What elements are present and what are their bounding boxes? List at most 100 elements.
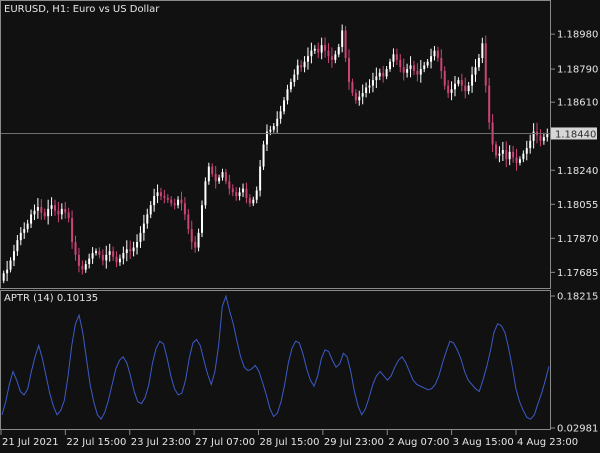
candle <box>262 140 265 170</box>
candle-body <box>105 254 108 261</box>
time-tick-label: 23 Jul 23:00 <box>131 437 191 448</box>
time-tick-label: 29 Jul 23:00 <box>324 437 384 448</box>
candle-body <box>351 81 354 93</box>
candle-body <box>399 59 402 68</box>
candle-body <box>224 172 227 182</box>
candle-body <box>539 135 542 141</box>
candle-body <box>467 85 470 92</box>
candle-body <box>231 188 234 193</box>
candle-body <box>289 81 292 90</box>
candle-body <box>235 192 238 197</box>
candle-body <box>498 153 501 156</box>
candle-body <box>57 210 60 215</box>
candle-body <box>402 67 405 73</box>
candle-body <box>495 144 498 156</box>
candle-body <box>159 192 162 197</box>
price-tick-label: 1.18240 <box>557 166 598 177</box>
time-tick-label: 4 Aug 23:00 <box>517 437 578 448</box>
time-tick-label: 28 Jul 15:00 <box>260 437 320 448</box>
candle-body <box>320 45 323 53</box>
candle <box>204 177 207 209</box>
candle-body <box>40 207 43 213</box>
candle-body <box>146 214 149 224</box>
candle-body <box>392 54 395 62</box>
chart-canvas[interactable]: 1.18980 1.18790 1.18610 1.18240 1.18055 1.178… <box>0 0 600 450</box>
symbol-header: EURUSD, H1: Euro vs US Dollar <box>4 4 160 15</box>
candle-body <box>194 242 197 248</box>
time-tick-label: 21 Jul 2021 <box>2 437 59 448</box>
candle-body <box>101 254 104 261</box>
price-tick-label: 1.18790 <box>557 65 598 76</box>
candle-body <box>430 56 433 62</box>
candle-body <box>77 254 80 266</box>
candle-body <box>129 249 132 252</box>
candle-body <box>71 218 74 243</box>
candle-body <box>324 45 327 51</box>
candle-body <box>187 214 190 230</box>
candle-body <box>341 30 344 47</box>
candle-body <box>9 260 12 270</box>
candle-body <box>481 43 484 59</box>
time-tick-label: 2 Aug 07:00 <box>388 437 449 448</box>
candle-body <box>300 65 303 68</box>
candle-body <box>238 192 241 197</box>
candle-body <box>395 54 398 60</box>
candle-body <box>180 199 183 204</box>
candle-body <box>382 72 385 77</box>
candle-body <box>255 190 258 200</box>
candle-body <box>136 242 139 248</box>
candle-body <box>12 251 15 261</box>
candle-body <box>6 269 9 274</box>
price-tick-label: 1.18055 <box>557 200 598 211</box>
candle-body <box>488 85 491 123</box>
candle-body <box>112 251 115 257</box>
candle-body <box>84 264 87 270</box>
candle-body <box>525 148 528 154</box>
candle-body <box>344 30 347 59</box>
candle-body <box>19 232 22 241</box>
candle-body <box>125 249 128 254</box>
candle-body <box>64 208 67 213</box>
candle-body <box>190 229 193 243</box>
candle-body <box>293 74 296 82</box>
candle-body <box>436 50 439 59</box>
candle-body <box>368 85 371 88</box>
candle-body <box>330 56 333 60</box>
candle-body <box>310 50 313 57</box>
candle-body <box>433 50 436 57</box>
candle-body <box>204 181 207 206</box>
candle-body <box>522 153 525 160</box>
candle-body <box>81 265 84 270</box>
candle-body <box>409 65 412 70</box>
candle-body <box>153 196 156 206</box>
candle-body <box>33 210 36 215</box>
candle-body <box>74 242 77 255</box>
candle-body <box>248 197 251 204</box>
candle-body <box>88 258 91 265</box>
candle-body <box>269 129 272 132</box>
candle-body <box>317 48 320 53</box>
candle-body <box>306 56 309 62</box>
candle-body <box>327 50 330 57</box>
candle-body <box>296 65 299 75</box>
candle-body <box>375 76 378 81</box>
candle-body <box>276 118 279 127</box>
candle-body <box>546 133 549 138</box>
candle-body <box>228 181 231 189</box>
indicator-tick-label: 0.18215 <box>557 292 598 303</box>
candle-body <box>508 151 511 160</box>
candle-body <box>389 61 392 70</box>
candle-body <box>518 159 521 163</box>
candle-body <box>207 166 210 182</box>
price-tick-label: 1.17685 <box>557 268 598 279</box>
candle-body <box>272 126 275 130</box>
price-tick-label: 1.18980 <box>557 30 598 41</box>
mt4-chart-window[interactable]: 1.18980 1.18790 1.18610 1.18240 1.18055 1.178… <box>0 0 600 450</box>
candle-body <box>361 92 364 97</box>
candle-body <box>354 92 357 101</box>
candle-body <box>166 197 169 200</box>
candle-body <box>221 172 224 178</box>
candle-body <box>358 96 361 101</box>
candle-body <box>447 85 450 93</box>
candle-body <box>406 69 409 73</box>
